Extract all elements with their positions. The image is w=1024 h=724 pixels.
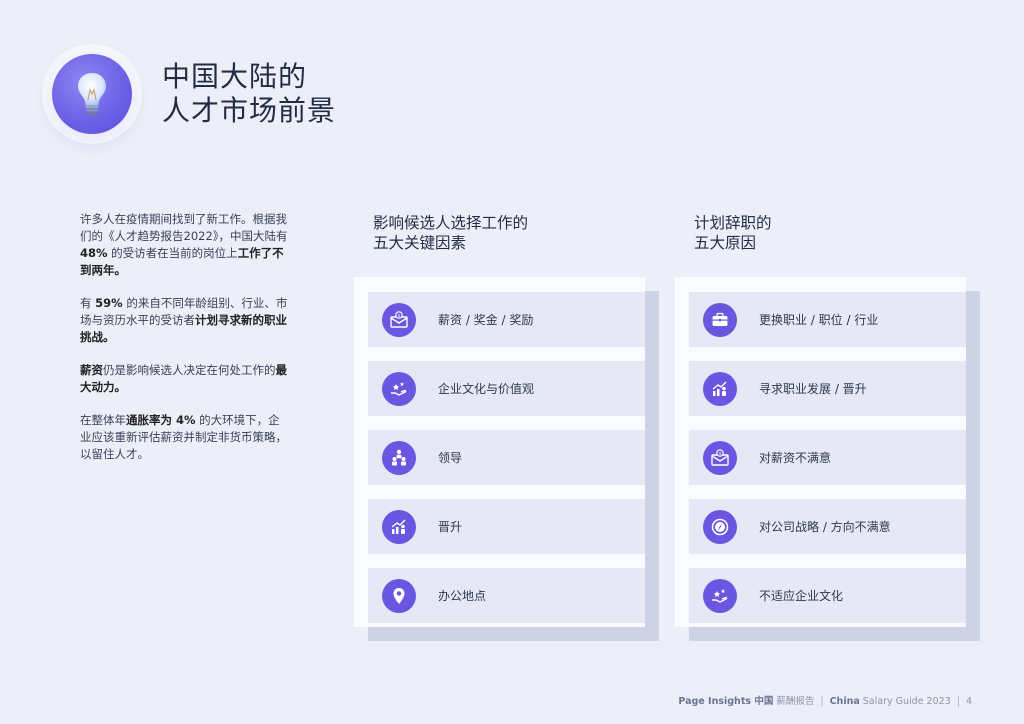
reasons-panel: 更换职业 / 职位 / 行业 寻求职业发展 / 晋升 $ 对薪资不满意 对公司战… (675, 277, 966, 627)
reason-row: 不适应企业文化 (689, 568, 966, 623)
page-title-line2: 人才市场前景 (162, 94, 337, 127)
intro-paragraph-2: 有 59% 的来自不同年龄组别、行业、市场与资历水平的受访者计划寻求新的职业挑战… (80, 296, 288, 344)
compass-icon (703, 509, 737, 544)
factor-label: 办公地点 (438, 589, 487, 603)
culture-hand-icon (703, 578, 737, 613)
factor-row: 企业文化与价值观 (368, 361, 645, 416)
svg-text:$: $ (398, 312, 401, 318)
factor-label: 领导 (438, 451, 463, 465)
salary-envelope-icon: $ (703, 440, 737, 475)
reason-label: 寻求职业发展 / 晋升 (759, 382, 867, 396)
factor-label: 企业文化与价值观 (438, 382, 535, 396)
reason-label: 对公司战略 / 方向不满意 (759, 520, 891, 534)
page-title: 中国大陆的 人才市场前景 (162, 60, 336, 128)
location-pin-icon (382, 578, 416, 613)
salary-envelope-icon: $ (382, 302, 416, 337)
growth-chart-icon (382, 509, 416, 544)
factor-row: $ 薪资 / 奖金 / 奖励 (368, 292, 645, 347)
reasons-title: 计划辞职的 五大原因 (694, 214, 772, 252)
footer-guide: Salary Guide 2023 (862, 696, 951, 707)
svg-text:$: $ (719, 450, 722, 456)
intro-paragraph-1: 许多人在疫情期间找到了新工作。根据我们的《人才趋势报告2022》，中国大陆有 4… (80, 212, 288, 277)
reason-row: 寻求职业发展 / 晋升 (689, 361, 966, 416)
lightbulb-icon (78, 73, 106, 115)
factor-row: 晋升 (368, 499, 645, 554)
reason-label: 对薪资不满意 (759, 451, 832, 465)
factors-title: 影响候选人选择工作的 五大关键因素 (373, 214, 529, 252)
reason-label: 不适应企业文化 (759, 589, 844, 603)
footer-brand-sub: 薪酬报告 (776, 696, 815, 707)
intro-paragraph-3: 薪资仍是影响候选人决定在何处工作的最大动力。 (80, 363, 287, 394)
reason-row: $ 对薪资不满意 (689, 430, 966, 485)
page-footer: Page Insights 中国 薪酬报告 | China Salary Guide… (678, 696, 972, 707)
factor-row: 办公地点 (368, 568, 645, 623)
factors-panel: $ 薪资 / 奖金 / 奖励 企业文化与价值观 领导 晋升 办公地点 (354, 277, 645, 627)
page-number: 4 (965, 696, 972, 707)
leadership-people-icon (382, 440, 416, 475)
intro-paragraph-4: 在整体年通胀率为 4% 的大环境下，企业应该重新评估薪资并制定非货币策略，以留住… (80, 413, 287, 461)
factor-label: 薪资 / 奖金 / 奖励 (438, 313, 534, 327)
factor-row: 领导 (368, 430, 645, 485)
intro-text: 许多人在疫情期间找到了新工作。根据我们的《人才趋势报告2022》，中国大陆有 4… (80, 211, 290, 479)
footer-guide-bold: China (829, 696, 860, 707)
lightbulb-badge (52, 54, 132, 134)
reason-row: 更换职业 / 职位 / 行业 (689, 292, 966, 347)
culture-hand-icon (382, 371, 416, 406)
reason-label: 更换职业 / 职位 / 行业 (759, 313, 879, 327)
reason-row: 对公司战略 / 方向不满意 (689, 499, 966, 554)
page-title-line1: 中国大陆的 (162, 60, 308, 93)
footer-brand: Page Insights 中国 (678, 696, 774, 707)
factor-label: 晋升 (438, 520, 463, 534)
growth-chart-icon (703, 371, 737, 406)
briefcase-icon (703, 302, 737, 337)
